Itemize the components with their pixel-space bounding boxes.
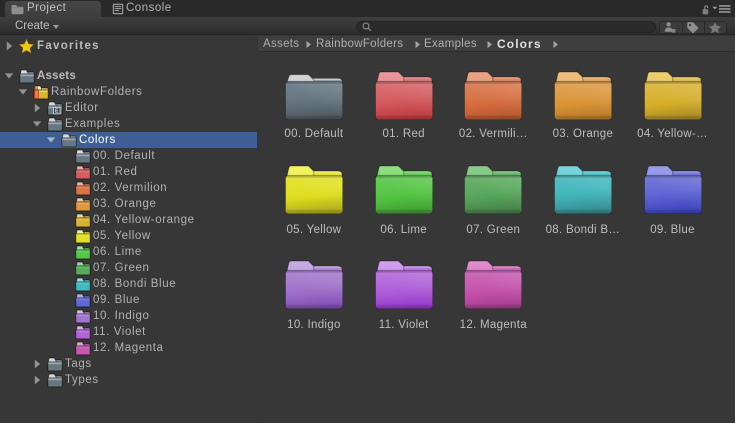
svg-text:E: E (55, 109, 59, 115)
